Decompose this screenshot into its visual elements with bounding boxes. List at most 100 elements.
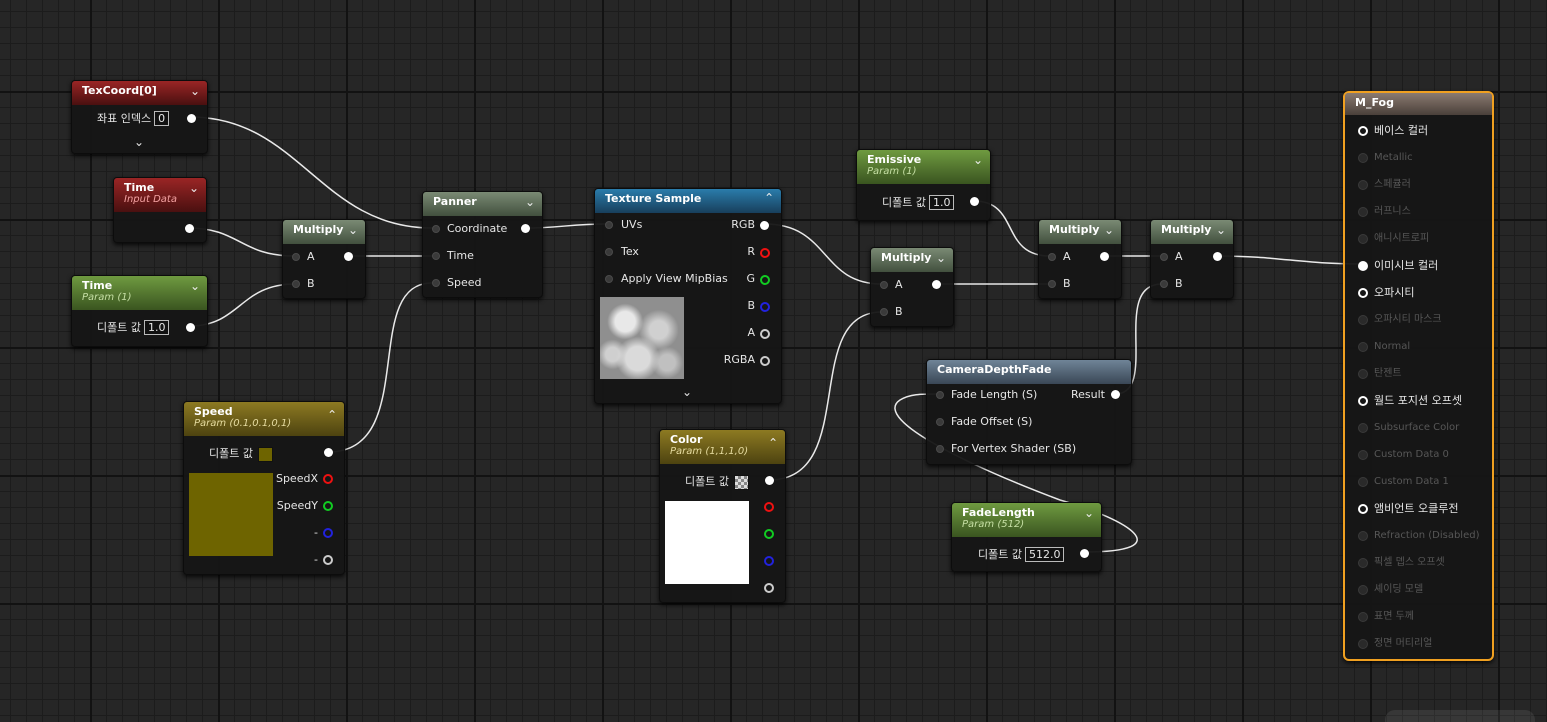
output-pin[interactable] xyxy=(187,114,196,123)
chevron-up-icon[interactable]: ⌄ xyxy=(764,190,774,204)
default-value-input[interactable]: 1.0 xyxy=(143,320,170,335)
material-input-pin[interactable] xyxy=(1358,315,1368,325)
material-input-row[interactable]: 러프니스 xyxy=(1345,204,1485,220)
output-pin[interactable] xyxy=(1100,252,1109,261)
input-pin-speed[interactable] xyxy=(432,279,440,287)
default-value-input[interactable]: 512.0 xyxy=(1024,547,1065,562)
input-pin-a[interactable] xyxy=(292,253,300,261)
multiply-header[interactable]: Multiply ⌄ xyxy=(283,220,365,244)
multiply-node-4[interactable]: Multiply ⌄ A B xyxy=(1150,219,1234,299)
input-pin-b[interactable] xyxy=(880,308,888,316)
input-pin-a[interactable] xyxy=(880,281,888,289)
chevron-down-icon[interactable]: ⌄ xyxy=(189,181,199,195)
material-input-row[interactable]: 스페큘러 xyxy=(1345,177,1485,193)
default-value-input[interactable]: 1.0 xyxy=(928,195,955,210)
chevron-down-icon[interactable]: ⌄ xyxy=(525,195,535,209)
color-node[interactable]: Color Param (1,1,1,0) ⌄ 디폴트 값 xyxy=(659,429,786,603)
texcoord-header[interactable]: TexCoord[0] ⌄ xyxy=(72,81,207,105)
material-input-pin[interactable] xyxy=(1358,450,1368,460)
output-pin[interactable] xyxy=(324,448,333,457)
material-input-pin[interactable] xyxy=(1358,612,1368,622)
camera-depth-fade-header[interactable]: CameraDepthFade xyxy=(927,360,1131,384)
material-input-row[interactable]: 오파시티 마스크 xyxy=(1345,312,1485,328)
time-param-node[interactable]: Time Param (1) ⌄ 디폴트 값 1.0 xyxy=(71,275,208,347)
material-header[interactable]: M_Fog xyxy=(1345,93,1492,115)
material-input-row[interactable]: Custom Data 0 xyxy=(1345,447,1485,463)
output-pin[interactable] xyxy=(932,280,941,289)
input-pin-mipbias[interactable] xyxy=(605,275,613,283)
material-input-pin[interactable] xyxy=(1358,558,1368,568)
chevron-down-icon[interactable]: ⌄ xyxy=(1104,223,1114,237)
material-input-row[interactable]: 정면 머티리얼 xyxy=(1345,636,1485,652)
output-pin[interactable] xyxy=(970,197,979,206)
input-pin-uvs[interactable] xyxy=(605,221,613,229)
default-color-swatch[interactable] xyxy=(258,447,273,462)
multiply-header[interactable]: Multiply ⌄ xyxy=(1151,220,1233,244)
emissive-node[interactable]: Emissive Param (1) ⌄ 디폴트 값 1.0 xyxy=(856,149,991,221)
output-pin[interactable] xyxy=(186,323,195,332)
output-pin-speed-z[interactable] xyxy=(323,528,333,538)
input-pin-fade-length[interactable] xyxy=(936,391,944,399)
multiply-header[interactable]: Multiply ⌄ xyxy=(871,248,953,272)
output-pin-g[interactable] xyxy=(764,529,774,539)
output-pin-rgba[interactable] xyxy=(760,356,770,366)
material-input-pin[interactable] xyxy=(1358,639,1368,649)
material-input-pin[interactable] xyxy=(1358,396,1368,406)
output-pin-rgb[interactable] xyxy=(760,221,769,230)
output-pin-speed-y[interactable] xyxy=(323,501,333,511)
time-input-node[interactable]: Time Input Data ⌄ xyxy=(113,177,207,243)
collapse-chevron-icon[interactable]: ⌄ xyxy=(682,385,692,399)
material-input-row[interactable]: Custom Data 1 xyxy=(1345,474,1485,490)
input-pin-b[interactable] xyxy=(292,280,300,288)
material-input-row[interactable]: 월드 포지션 오프셋 xyxy=(1345,393,1485,409)
material-input-row[interactable]: 표면 두께 xyxy=(1345,609,1485,625)
panner-header[interactable]: Panner ⌄ xyxy=(423,192,542,216)
chevron-down-icon[interactable]: ⌄ xyxy=(973,153,983,167)
input-pin-vertex-shader[interactable] xyxy=(936,445,944,453)
input-pin-time[interactable] xyxy=(432,252,440,260)
material-input-row[interactable]: Refraction (Disabled) xyxy=(1345,528,1485,544)
material-input-pin[interactable] xyxy=(1358,585,1368,595)
material-input-row[interactable]: 셰이딩 모델 xyxy=(1345,582,1485,598)
fade-length-node[interactable]: FadeLength Param (512) ⌄ 디폴트 값 512.0 xyxy=(951,502,1102,572)
panner-node[interactable]: Panner ⌄ Coordinate Time Speed xyxy=(422,191,543,298)
chevron-down-icon[interactable]: ⌄ xyxy=(190,84,200,98)
chevron-down-icon[interactable]: ⌄ xyxy=(936,251,946,265)
input-pin-b[interactable] xyxy=(1048,280,1056,288)
multiply-node-3[interactable]: Multiply ⌄ A B xyxy=(1038,219,1122,299)
chevron-down-icon[interactable]: ⌄ xyxy=(1216,223,1226,237)
material-input-pin[interactable] xyxy=(1358,531,1368,541)
input-pin-b[interactable] xyxy=(1160,280,1168,288)
chevron-down-icon[interactable]: ⌄ xyxy=(1084,506,1094,520)
emissive-header[interactable]: Emissive Param (1) ⌄ xyxy=(857,150,990,184)
output-pin-result[interactable] xyxy=(1111,390,1120,399)
output-pin-a[interactable] xyxy=(764,583,774,593)
material-input-pin[interactable] xyxy=(1358,288,1368,298)
output-pin[interactable] xyxy=(185,224,194,233)
default-color-swatch[interactable] xyxy=(734,475,749,490)
material-input-pin[interactable] xyxy=(1358,234,1368,244)
chevron-down-icon[interactable]: ⌄ xyxy=(190,279,200,293)
multiply-header[interactable]: Multiply ⌄ xyxy=(1039,220,1121,244)
material-input-pin[interactable] xyxy=(1358,423,1368,433)
output-pin[interactable] xyxy=(1213,252,1222,261)
output-pin-r[interactable] xyxy=(764,502,774,512)
material-input-pin[interactable] xyxy=(1358,369,1368,379)
output-pin[interactable] xyxy=(1080,549,1089,558)
fade-length-header[interactable]: FadeLength Param (512) ⌄ xyxy=(952,503,1101,537)
chevron-up-icon[interactable]: ⌄ xyxy=(327,407,337,421)
time-param-header[interactable]: Time Param (1) ⌄ xyxy=(72,276,207,310)
material-input-row[interactable]: 베이스 컬러 xyxy=(1345,123,1485,139)
material-input-row[interactable]: 오파시티 xyxy=(1345,285,1485,301)
index-value-input[interactable]: 0 xyxy=(154,111,170,126)
multiply-node-1[interactable]: Multiply ⌄ A B xyxy=(282,219,366,299)
time-input-header[interactable]: Time Input Data ⌄ xyxy=(114,178,206,212)
output-pin[interactable] xyxy=(521,224,530,233)
material-input-pin[interactable] xyxy=(1358,153,1368,163)
material-input-row[interactable]: Metallic xyxy=(1345,150,1485,166)
chevron-down-icon[interactable]: ⌄ xyxy=(348,223,358,237)
input-pin-a[interactable] xyxy=(1048,253,1056,261)
output-pin[interactable] xyxy=(344,252,353,261)
output-pin[interactable] xyxy=(765,476,774,485)
material-input-row[interactable]: 픽셀 뎁스 오프셋 xyxy=(1345,555,1485,571)
